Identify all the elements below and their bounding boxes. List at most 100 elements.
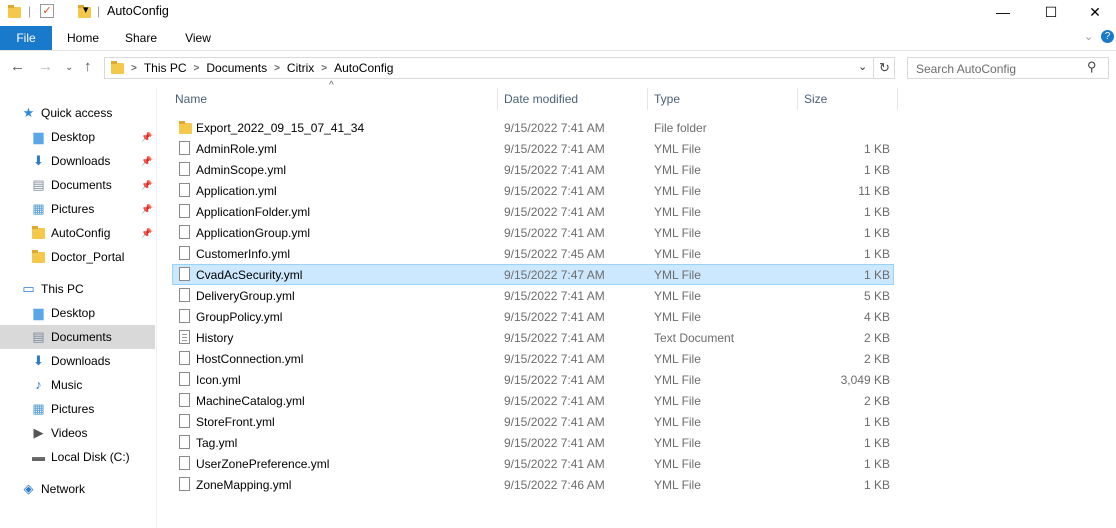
back-button[interactable]: ← xyxy=(10,58,25,75)
file-size: 1 KB xyxy=(863,457,890,471)
help-icon[interactable]: ? xyxy=(1101,30,1114,43)
file-name: AdminScope.yml xyxy=(196,163,287,177)
file-type: YML File xyxy=(654,310,701,324)
address-bar[interactable]: > This PC > Documents > Citrix > AutoCon… xyxy=(104,57,895,79)
file-row[interactable]: ApplicationFolder.yml 9/15/2022 7:41 AM YM… xyxy=(172,201,894,222)
file-size: 2 KB xyxy=(863,331,890,345)
file-row[interactable]: StoreFront.yml 9/15/2022 7:41 AM YML File 1… xyxy=(172,411,894,432)
nav-item-label: Downloads xyxy=(51,154,111,168)
nav-item-downloads[interactable]: ⬇ Downloads 📌 xyxy=(0,149,155,173)
nav-item-downloads[interactable]: ⬇ Downloads xyxy=(0,349,155,373)
nav-item-documents[interactable]: ▤ Documents 📌 xyxy=(0,173,155,197)
close-button[interactable]: ✕ xyxy=(1072,0,1116,24)
file-name: AdminRole.yml xyxy=(196,142,277,156)
file-icon xyxy=(179,183,190,197)
videos-icon: ▶ xyxy=(33,425,44,440)
breadcrumb-citrix[interactable]: Citrix xyxy=(287,61,314,75)
file-row[interactable]: CustomerInfo.yml 9/15/2022 7:45 AM YML Fil… xyxy=(172,243,894,264)
file-row[interactable]: History 9/15/2022 7:41 AM Text Document 2 K… xyxy=(172,327,894,348)
nav-item-music[interactable]: ♪ Music xyxy=(0,373,155,397)
file-type: YML File xyxy=(654,457,701,471)
nav-item-pictures[interactable]: ▦ Pictures xyxy=(0,397,155,421)
breadcrumb-this-pc[interactable]: This PC xyxy=(144,61,187,75)
pin-icon[interactable]: 📌 xyxy=(141,221,152,245)
file-row[interactable]: Export_2022_09_15_07_41_34 9/15/2022 7:41… xyxy=(172,117,894,138)
chevron-right-icon: > xyxy=(131,62,137,74)
file-row[interactable]: CvadAcSecurity.yml 9/15/2022 7:47 AM YML F… xyxy=(172,264,894,285)
file-icon xyxy=(179,456,190,470)
breadcrumb-autoconfig[interactable]: AutoConfig xyxy=(334,61,393,75)
nav-item-network[interactable]: ◈ Network xyxy=(0,477,155,501)
search-icon[interactable]: ⚲ xyxy=(1087,59,1097,75)
nav-item-local-disk-c[interactable]: ▬ Local Disk (C:) xyxy=(0,445,155,469)
forward-button[interactable]: → xyxy=(38,58,53,75)
file-row[interactable]: Application.yml 9/15/2022 7:41 AM YML File… xyxy=(172,180,894,201)
folder-icon xyxy=(111,60,124,74)
tab-view[interactable]: View xyxy=(176,26,220,50)
file-row[interactable]: GroupPolicy.yml 9/15/2022 7:41 AM YML File… xyxy=(172,306,894,327)
nav-item-documents[interactable]: ▤ Documents xyxy=(0,325,155,349)
address-dropdown-icon[interactable]: ⌄ xyxy=(858,60,867,73)
file-icon xyxy=(179,162,190,176)
nav-item-desktop[interactable]: ▆ Desktop 📌 xyxy=(0,125,155,149)
column-divider[interactable] xyxy=(497,88,498,110)
file-size: 1 KB xyxy=(863,142,890,156)
tab-home[interactable]: Home xyxy=(60,26,106,50)
tab-share[interactable]: Share xyxy=(118,26,164,50)
file-size: 1 KB xyxy=(863,226,890,240)
file-type: YML File xyxy=(654,247,701,261)
column-divider[interactable] xyxy=(897,88,898,110)
file-icon xyxy=(179,288,190,302)
file-name: DeliveryGroup.yml xyxy=(196,289,295,303)
star-icon: ★ xyxy=(22,105,35,120)
column-divider[interactable] xyxy=(797,88,798,110)
maximize-button[interactable]: ☐ xyxy=(1028,0,1074,24)
column-header-size[interactable]: Size xyxy=(804,88,827,110)
up-button[interactable]: ↑ xyxy=(84,58,92,75)
nav-item-quick-access[interactable]: ★ Quick access xyxy=(0,101,155,125)
nav-item-pictures[interactable]: ▦ Pictures 📌 xyxy=(0,197,155,221)
column-divider[interactable] xyxy=(647,88,648,110)
folder-blue-icon: ▆ xyxy=(33,129,44,144)
file-date: 9/15/2022 7:41 AM xyxy=(504,331,605,345)
expand-ribbon-icon[interactable]: ⌄ xyxy=(1084,30,1093,43)
file-row[interactable]: Icon.yml 9/15/2022 7:41 AM YML File 3,049 K… xyxy=(172,369,894,390)
breadcrumb-documents[interactable]: Documents xyxy=(206,61,267,75)
minimize-button[interactable]: — xyxy=(980,0,1026,24)
nav-item-this-pc[interactable]: ▭ This PC xyxy=(0,277,155,301)
file-row[interactable]: ZoneMapping.yml 9/15/2022 7:46 AM YML File… xyxy=(172,474,894,495)
column-header-name[interactable]: Name xyxy=(175,88,207,110)
chevron-right-icon: > xyxy=(193,62,200,74)
nav-item-label: Quick access xyxy=(41,106,113,120)
customize-qat-icon[interactable]: ▾ xyxy=(83,3,89,16)
nav-item-desktop[interactable]: ▆ Desktop xyxy=(0,301,155,325)
refresh-button[interactable]: ↻ xyxy=(873,57,895,79)
properties-icon[interactable]: ✓ xyxy=(40,4,54,18)
file-row[interactable]: Tag.yml 9/15/2022 7:41 AM YML File 1 KB xyxy=(172,432,894,453)
file-row[interactable]: DeliveryGroup.yml 9/15/2022 7:41 AM YML Fi… xyxy=(172,285,894,306)
file-row[interactable]: MachineCatalog.yml 9/15/2022 7:41 AM YML F… xyxy=(172,390,894,411)
recent-locations-button[interactable]: ⌄ xyxy=(65,62,73,73)
chevron-right-icon: > xyxy=(274,62,280,74)
pin-icon[interactable]: 📌 xyxy=(141,173,152,197)
file-row[interactable]: ApplicationGroup.yml 9/15/2022 7:41 AM YML… xyxy=(172,222,894,243)
disk-icon: ▬ xyxy=(32,449,45,464)
pin-icon[interactable]: 📌 xyxy=(141,197,152,221)
tab-file[interactable]: File xyxy=(0,26,52,50)
computer-icon: ▭ xyxy=(22,281,35,296)
file-date: 9/15/2022 7:41 AM xyxy=(504,373,605,387)
file-date: 9/15/2022 7:41 AM xyxy=(504,163,605,177)
search-input[interactable]: Search AutoConfig xyxy=(907,57,1109,79)
file-row[interactable]: AdminRole.yml 9/15/2022 7:41 AM YML File 1 … xyxy=(172,138,894,159)
file-row[interactable]: AdminScope.yml 9/15/2022 7:41 AM YML File 1… xyxy=(172,159,894,180)
column-header-date[interactable]: Date modified xyxy=(504,88,578,110)
file-row[interactable]: UserZonePreference.yml 9/15/2022 7:41 AM Y… xyxy=(172,453,894,474)
pin-icon[interactable]: 📌 xyxy=(141,125,152,149)
nav-item-autoconfig[interactable]: AutoConfig 📌 xyxy=(0,221,155,245)
nav-item-videos[interactable]: ▶ Videos xyxy=(0,421,155,445)
column-header-type[interactable]: Type xyxy=(654,88,680,110)
file-row[interactable]: HostConnection.yml 9/15/2022 7:41 AM YML F… xyxy=(172,348,894,369)
nav-item-doctor-portal[interactable]: Doctor_Portal xyxy=(0,245,155,269)
file-type: Text Document xyxy=(654,331,735,345)
pin-icon[interactable]: 📌 xyxy=(141,149,152,173)
